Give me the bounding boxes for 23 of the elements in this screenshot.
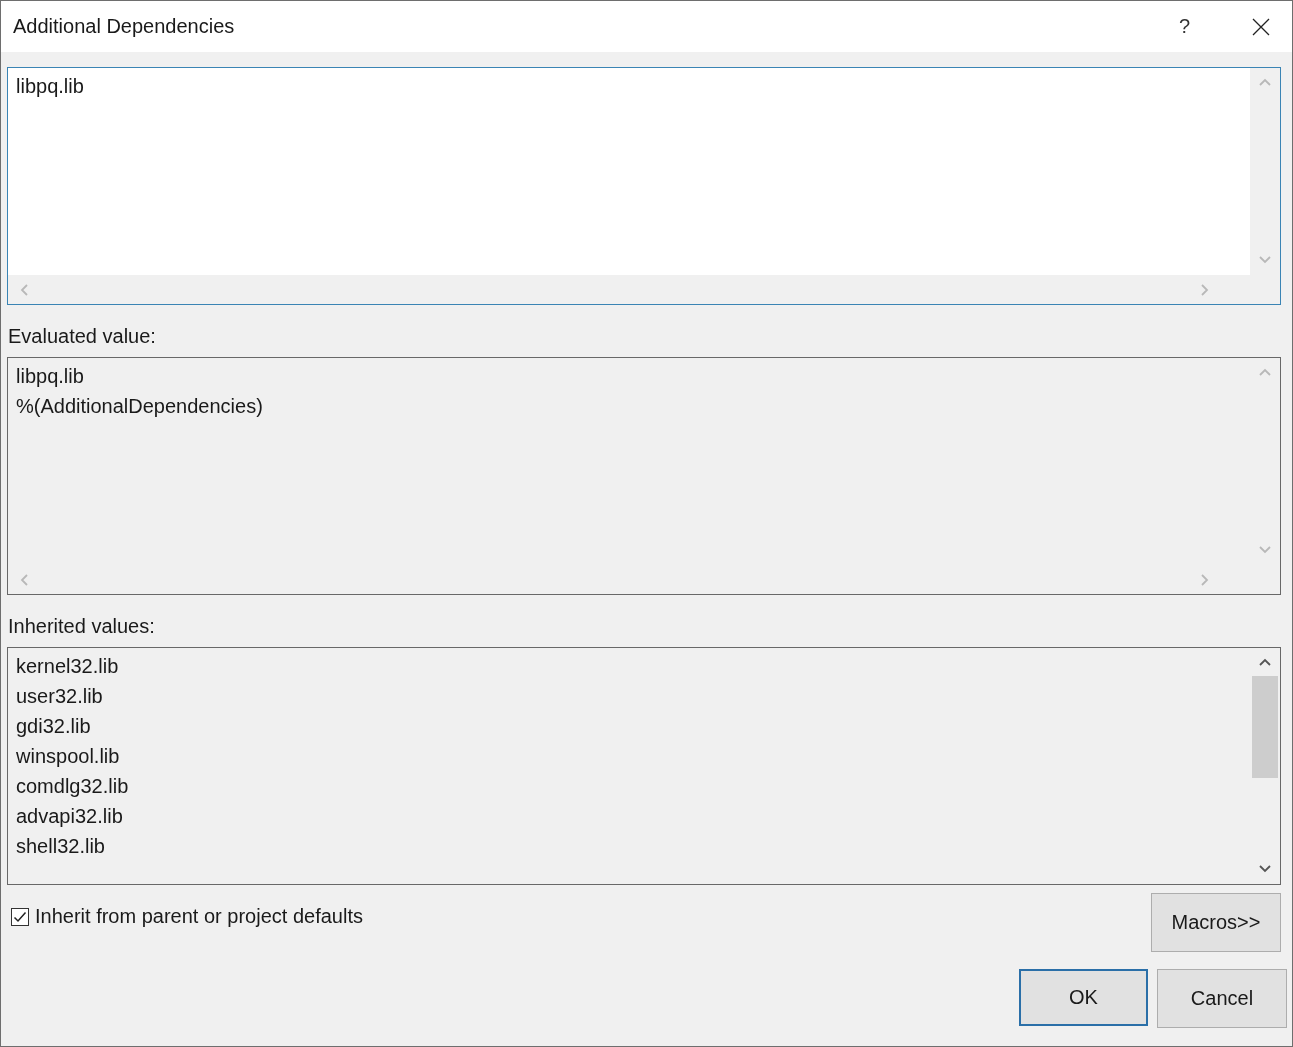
- help-button[interactable]: ?: [1178, 15, 1190, 38]
- close-icon[interactable]: [1252, 17, 1270, 36]
- dialog-button[interactable]: Cancel: [1157, 969, 1287, 1028]
- list-line: kernel32.lib: [16, 654, 120, 679]
- list-line: comdlg32.lib: [16, 774, 130, 799]
- list-line: libpq.lib: [16, 74, 85, 99]
- checkbox-label: Inherit from parent or project defaults: [35, 905, 363, 928]
- list-line: shell32.lib: [16, 834, 106, 859]
- inherit-checkbox[interactable]: [11, 907, 29, 926]
- section-label: Evaluated value:: [8, 324, 157, 349]
- dialog-button[interactable]: OK: [1019, 969, 1148, 1026]
- list-line: %(AdditionalDependencies): [16, 394, 264, 419]
- list-line: user32.lib: [16, 684, 104, 709]
- scrollbar-thumb[interactable]: [1252, 676, 1278, 778]
- list-line: winspool.lib: [16, 744, 121, 769]
- window-title: Additional Dependencies: [13, 15, 236, 38]
- section-label: Inherited values:: [8, 614, 156, 639]
- list-line: gdi32.lib: [16, 714, 92, 739]
- text-editor[interactable]: libpq.lib: [7, 67, 1281, 305]
- macros-button[interactable]: Macros>>: [1151, 893, 1281, 952]
- check-icon: [13, 909, 27, 924]
- list-line: advapi32.lib: [16, 804, 124, 829]
- list-line: libpq.lib: [16, 364, 85, 389]
